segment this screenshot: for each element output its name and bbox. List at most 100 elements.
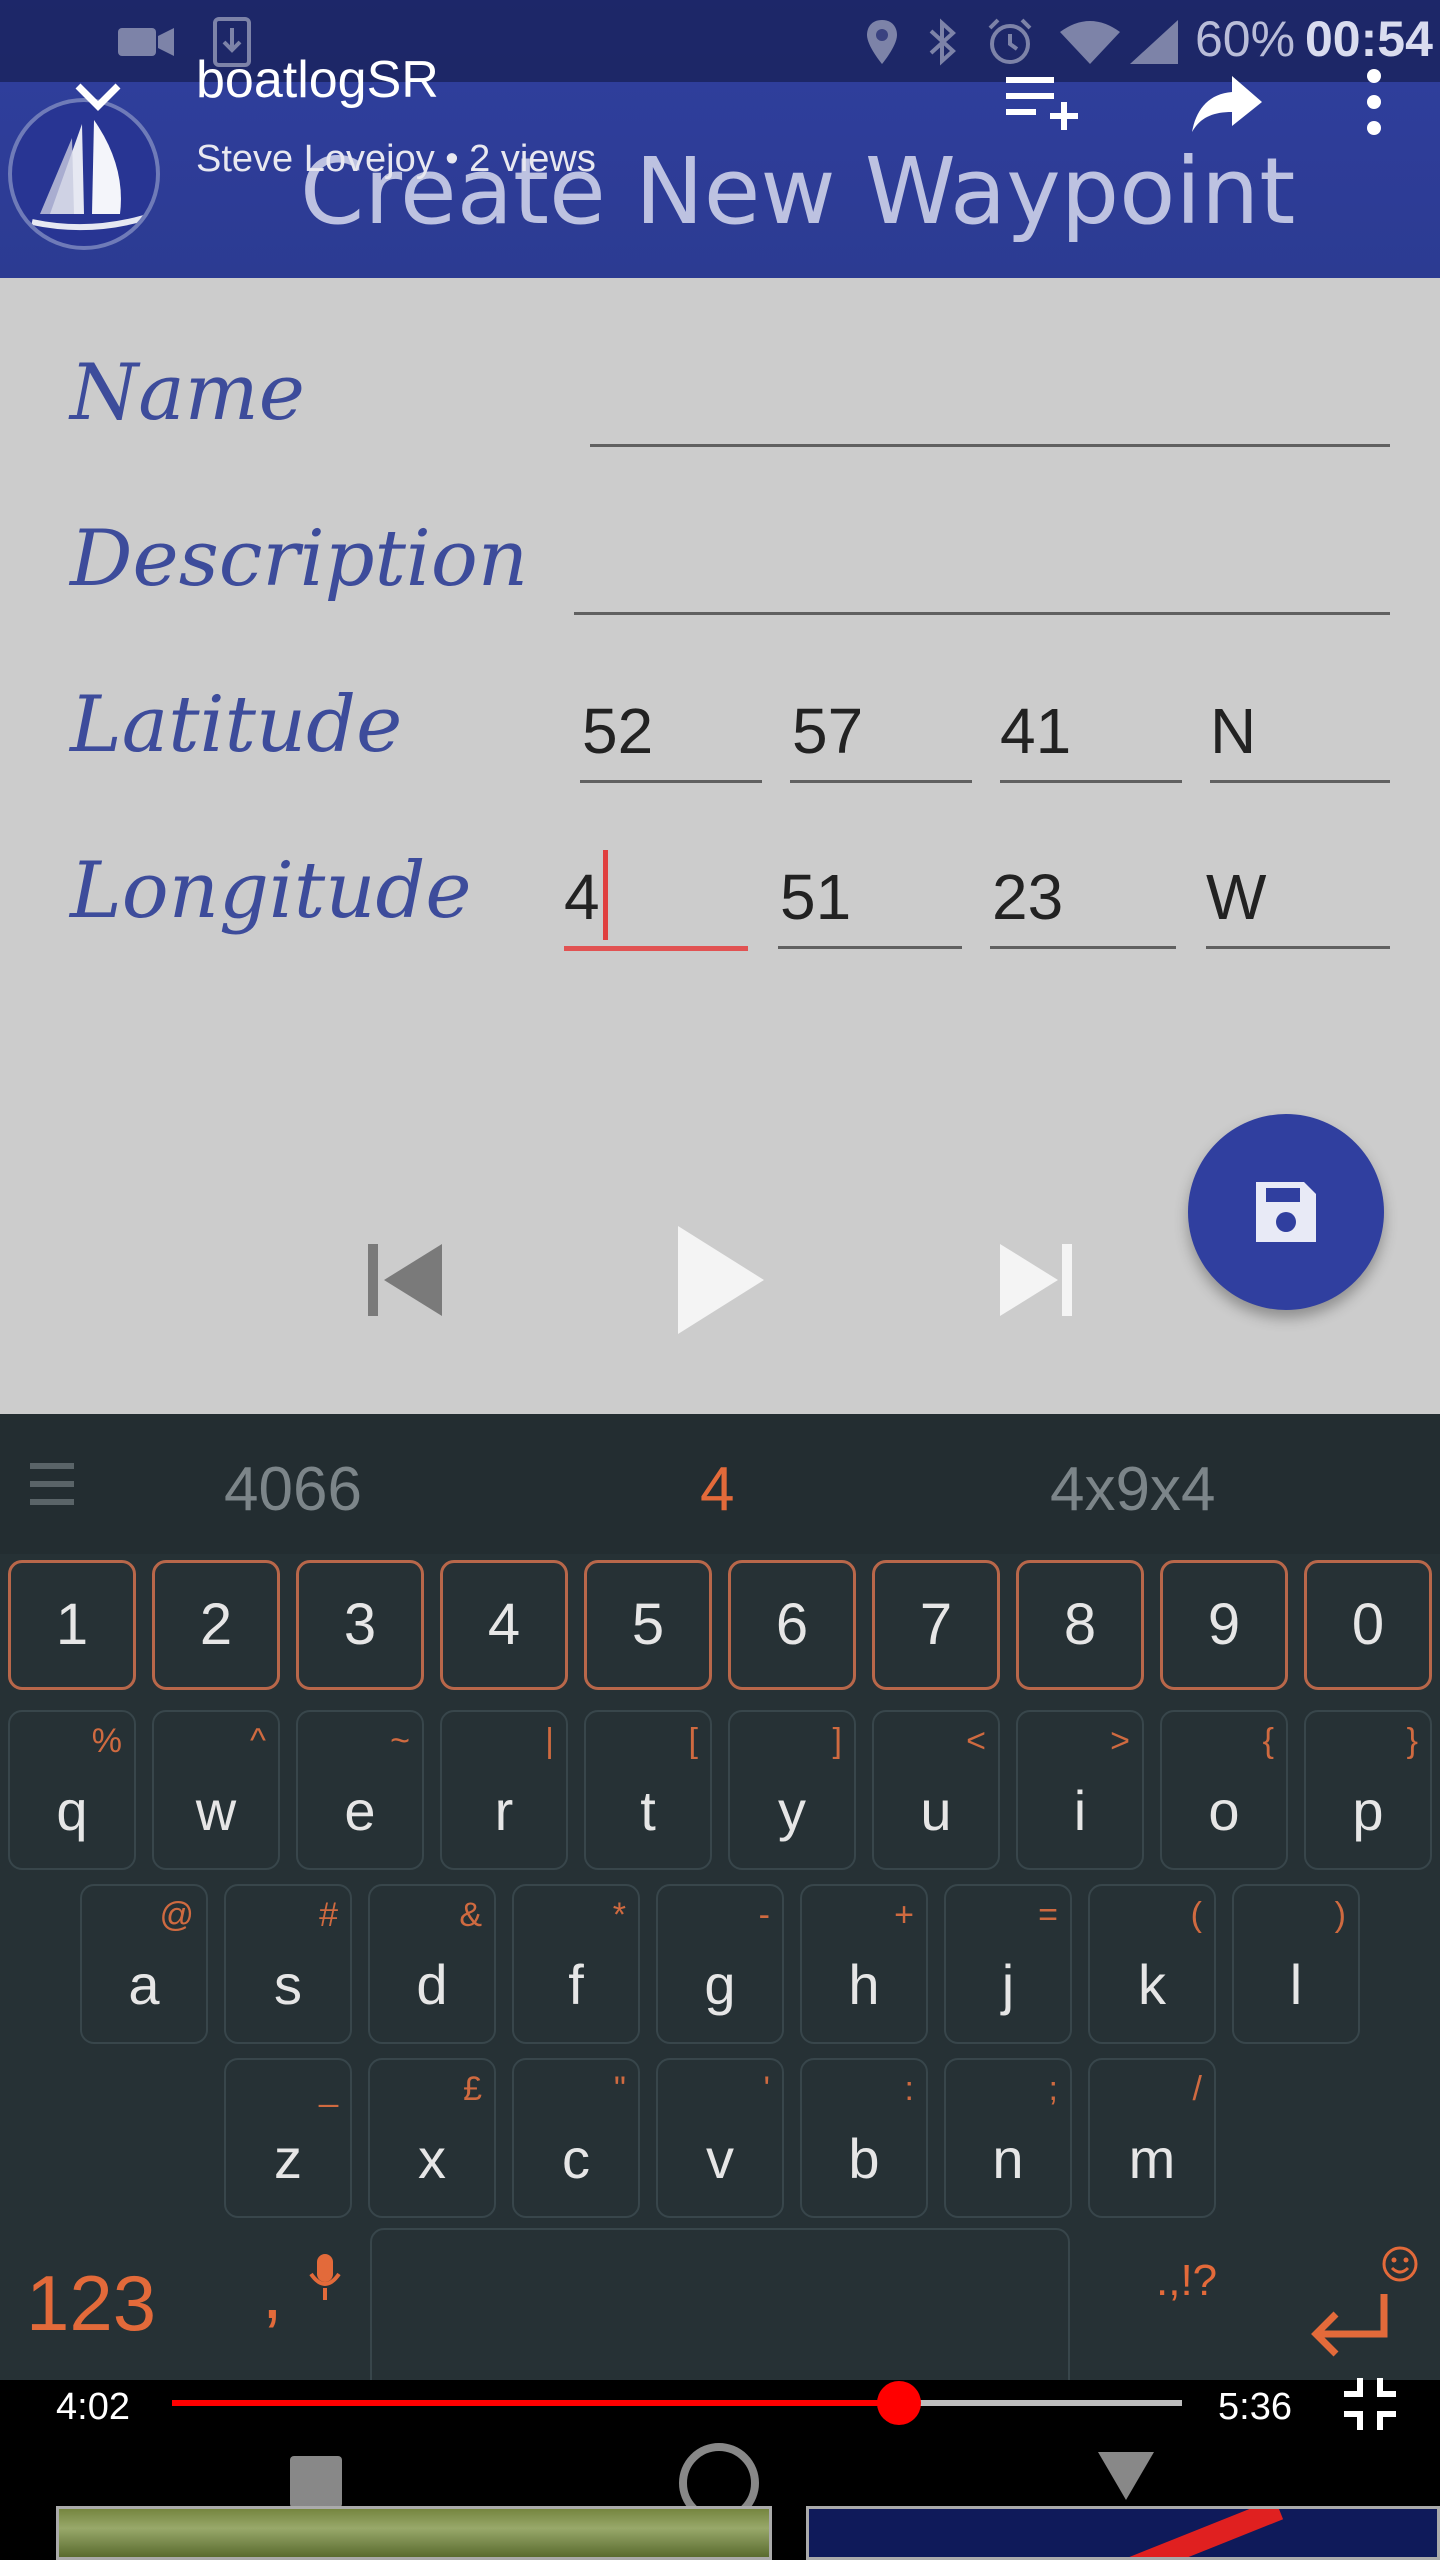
key-label: t — [640, 1779, 656, 1842]
key-label: o — [1208, 1779, 1240, 1842]
key-d[interactable]: & d — [368, 1884, 496, 2044]
key-z[interactable]: _ z — [224, 2058, 352, 2218]
key-h[interactable]: + h — [800, 1884, 928, 2044]
key-a[interactable]: @ a — [80, 1884, 208, 2044]
add-to-queue-icon[interactable] — [1000, 60, 1084, 144]
punctuation-key[interactable]: .,!? — [1156, 2256, 1217, 2306]
key-label: m — [1128, 2127, 1176, 2190]
key-q[interactable]: % q — [8, 1710, 136, 1870]
suggestion-3[interactable]: 4x9x4 — [1050, 1454, 1215, 1525]
key-label: a — [128, 1953, 160, 2016]
longitude-label: Longitude — [70, 846, 472, 936]
next-icon[interactable] — [998, 1238, 1074, 1327]
longitude-hemisphere-input[interactable] — [1206, 946, 1390, 949]
key-u[interactable]: < u — [872, 1710, 1000, 1870]
description-input[interactable] — [574, 612, 1390, 615]
key-l[interactable]: ) l — [1232, 1884, 1360, 2044]
suggestion-2[interactable]: 4 — [700, 1454, 734, 1525]
key-r[interactable]: | r — [440, 1710, 568, 1870]
longitude-degrees-value: 4 — [564, 861, 600, 933]
latitude-degrees-value: 52 — [582, 695, 654, 767]
longitude-seconds-input[interactable] — [990, 946, 1176, 949]
key-secondary-label: # — [319, 1896, 338, 1934]
key-k[interactable]: (k — [1088, 1884, 1216, 2044]
key-f[interactable]: * f — [512, 1884, 640, 2044]
key-t[interactable]: [t — [584, 1710, 712, 1870]
previous-icon[interactable] — [366, 1238, 446, 1327]
key-j[interactable]: = j — [944, 1884, 1072, 2044]
key-secondary-label: ) — [1334, 1896, 1346, 1934]
key-y[interactable]: ] y — [728, 1710, 856, 1870]
more-options-icon[interactable] — [1350, 60, 1398, 144]
key-g[interactable]: -g — [656, 1884, 784, 2044]
key-label: 5 — [631, 1592, 665, 1657]
key-e[interactable]: ~ e — [296, 1710, 424, 1870]
back-icon[interactable] — [1096, 2450, 1156, 2507]
key-secondary-label: - — [758, 1896, 770, 1934]
current-time: 4:02 — [56, 2386, 130, 2428]
key-3[interactable]: 3 — [296, 1560, 424, 1690]
screen: Create New Waypoint 60% 00:54 boatlogSR … — [0, 0, 1440, 2560]
key-label: q — [56, 1779, 88, 1842]
latitude-seconds-input[interactable] — [1000, 780, 1182, 783]
longitude-minutes-input[interactable] — [778, 946, 962, 949]
key-i[interactable]: > i — [1016, 1710, 1144, 1870]
key-6[interactable]: 6 — [728, 1560, 856, 1690]
play-icon[interactable] — [672, 1222, 768, 1343]
key-secondary-label: " — [613, 2070, 626, 2108]
key-n[interactable]: ; n — [944, 2058, 1072, 2218]
latitude-hemisphere-input[interactable] — [1210, 780, 1390, 783]
key-9[interactable]: 9 — [1160, 1560, 1288, 1690]
key-w[interactable]: ^ w — [152, 1710, 280, 1870]
seek-bar[interactable] — [172, 2381, 1182, 2425]
latitude-degrees-input[interactable] — [580, 780, 762, 783]
key-label: b — [848, 2127, 880, 2190]
enter-icon[interactable] — [1304, 2290, 1394, 2371]
latitude-minutes-input[interactable] — [790, 780, 972, 783]
key-o[interactable]: {o — [1160, 1710, 1288, 1870]
key-2[interactable]: 2 — [152, 1560, 280, 1690]
key-7[interactable]: 7 — [872, 1560, 1000, 1690]
symbols-mode-key[interactable]: 123 — [26, 2258, 156, 2349]
key-label: x — [418, 2127, 446, 2190]
key-m[interactable]: / m — [1088, 2058, 1216, 2218]
video-thumbnail[interactable] — [806, 2506, 1440, 2560]
seek-thumb[interactable] — [876, 2381, 921, 2425]
key-0[interactable]: 0 — [1304, 1560, 1432, 1690]
menu-icon[interactable] — [28, 1458, 76, 1515]
key-label: s — [274, 1953, 302, 2016]
key-x[interactable]: £ x — [368, 2058, 496, 2218]
key-8[interactable]: 8 — [1016, 1560, 1144, 1690]
key-secondary-label: > — [1110, 1722, 1130, 1760]
latitude-seconds-value: 41 — [1000, 695, 1072, 767]
key-p[interactable]: } p — [1304, 1710, 1432, 1870]
collapse-chevron-icon[interactable] — [62, 60, 134, 132]
latitude-hemisphere-value: N — [1210, 695, 1257, 767]
longitude-degrees-input[interactable] — [564, 946, 748, 951]
key-b[interactable]: :b — [800, 2058, 928, 2218]
key-1[interactable]: 1 — [8, 1560, 136, 1690]
exit-fullscreen-icon[interactable] — [1342, 2376, 1398, 2432]
key-secondary-label: ( — [1190, 1896, 1202, 1934]
microphone-icon[interactable] — [308, 2252, 342, 2307]
key-label: n — [992, 2127, 1024, 2190]
key-secondary-label: % — [91, 1722, 122, 1760]
comma-key[interactable]: , — [262, 2250, 283, 2335]
key-4[interactable]: 4 — [440, 1560, 568, 1690]
key-label: k — [1138, 1953, 1166, 2016]
key-s[interactable]: # s — [224, 1884, 352, 2044]
name-input[interactable] — [590, 444, 1390, 447]
emoji-icon[interactable] — [1380, 2244, 1420, 2289]
video-thumbnail[interactable] — [56, 2506, 772, 2560]
share-icon[interactable] — [1188, 62, 1268, 142]
key-c[interactable]: " c — [512, 2058, 640, 2218]
key-label: v — [706, 2127, 734, 2190]
key-secondary-label: ~ — [390, 1722, 410, 1760]
suggestion-1[interactable]: 4066 — [224, 1454, 362, 1525]
key-5[interactable]: 5 — [584, 1560, 712, 1690]
key-v[interactable]: ' v — [656, 2058, 784, 2218]
suggestion-bar: 4066 4 4x9x4 — [0, 1414, 1440, 1554]
latitude-minutes-value: 57 — [792, 695, 864, 767]
space-key[interactable] — [370, 2228, 1070, 2394]
save-button[interactable] — [1188, 1114, 1384, 1310]
